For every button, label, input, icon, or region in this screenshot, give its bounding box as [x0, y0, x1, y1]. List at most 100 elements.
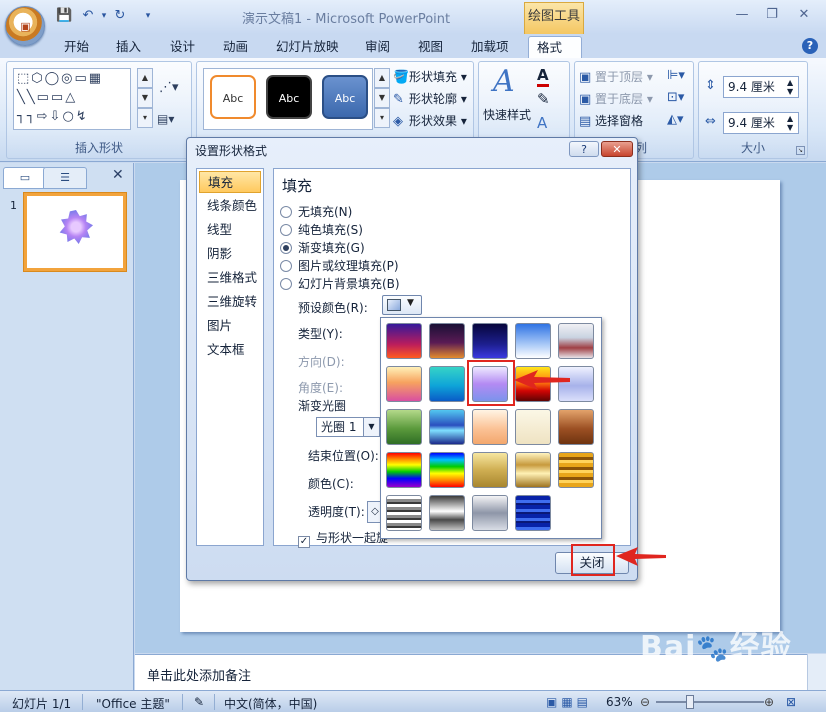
solid-fill-radio[interactable]: 纯色填充(S) — [280, 221, 363, 238]
gradient-stop-select[interactable]: 光圈 1 ▼ — [316, 417, 380, 437]
send-to-back-button[interactable]: ▣ 置于底层 ▾ — [579, 90, 653, 107]
shape-fill-button[interactable]: 🪣形状填充 ▾ — [393, 68, 467, 85]
redo-icon[interactable]: ↻ — [112, 8, 128, 24]
edit-shape-icon[interactable]: ⋰▾ — [159, 80, 179, 95]
category-line-style[interactable]: 线型 — [199, 219, 261, 241]
close-window-icon[interactable]: ✕ — [792, 6, 816, 24]
outline-tab-icon[interactable]: ☰ — [43, 167, 87, 189]
no-fill-radio[interactable]: 无填充(N) — [280, 203, 352, 220]
gallery-up-icon[interactable]: ▲ — [137, 68, 153, 88]
category-fill[interactable]: 填充 — [199, 171, 261, 193]
slide-bg-fill-radio[interactable]: 幻灯片背景填充(B) — [280, 275, 400, 292]
group-icon[interactable]: ⊡▾ — [667, 90, 684, 105]
style-sample-blue[interactable]: Abc — [322, 75, 368, 119]
dialog-close-x-icon[interactable]: ✕ — [601, 141, 633, 157]
align-icon[interactable]: ⊫▾ — [667, 68, 685, 83]
text-fill-icon[interactable]: A — [537, 66, 549, 87]
tab-review[interactable]: 审阅 — [357, 36, 398, 58]
undo-icon[interactable]: ↶ — [80, 8, 96, 24]
rotate-icon[interactable]: ◭▾ — [667, 112, 684, 127]
text-outline-icon[interactable]: ✎ — [537, 90, 550, 108]
preset-colors-dropdown[interactable]: ▼ — [382, 295, 422, 315]
view-buttons-icon[interactable]: ▣▦▤ — [546, 695, 592, 709]
fit-to-window-icon[interactable]: ⊠ — [786, 695, 796, 709]
text-effects-icon[interactable]: A — [537, 114, 547, 132]
gradient-silver[interactable] — [472, 495, 508, 531]
gradient-early-sunset[interactable] — [386, 323, 422, 359]
selection-pane-button[interactable]: ▤ 选择窗格 — [579, 112, 643, 129]
minimize-icon[interactable]: — — [730, 6, 754, 24]
undo-dropdown-icon[interactable]: ▾ — [96, 8, 112, 24]
dialog-help-button[interactable]: ? — [569, 141, 599, 157]
category-text-box[interactable]: 文本框 — [199, 339, 261, 361]
shape-effects-button[interactable]: ◈ 形状效果 ▾ — [393, 112, 467, 129]
picture-fill-radio[interactable]: 图片或纹理填充(P) — [280, 257, 399, 274]
gradient-gold-2[interactable] — [515, 452, 551, 488]
gradient-daybreak[interactable] — [515, 323, 551, 359]
height-spinner-icon[interactable]: ▲ ▼ — [787, 78, 793, 96]
gallery-more-icon[interactable]: ▾ — [137, 108, 153, 128]
gallery-down-icon[interactable]: ▼ — [137, 88, 153, 108]
bring-to-front-button[interactable]: ▣ 置于顶层 ▾ — [579, 68, 653, 85]
gradient-late-sunset[interactable] — [429, 323, 465, 359]
category-3d-rotation[interactable]: 三维旋转 — [199, 291, 261, 313]
style-sample-black[interactable]: Abc — [266, 75, 312, 119]
save-icon[interactable]: 💾 — [56, 8, 72, 24]
quick-styles-button[interactable]: 快速样式 — [483, 106, 531, 123]
tab-home[interactable]: 开始 — [56, 36, 97, 58]
category-picture[interactable]: 图片 — [199, 315, 261, 337]
tab-design[interactable]: 设计 — [162, 36, 203, 58]
gradient-ocean[interactable] — [429, 366, 465, 402]
gradient-fill-radio[interactable]: 渐变填充(G) — [280, 239, 365, 256]
shape-outline-button[interactable]: ✎ 形状轮廓 ▾ — [393, 90, 467, 107]
help-icon[interactable]: ? — [802, 38, 818, 54]
style-sample-orange-outline[interactable]: Abc — [210, 75, 256, 119]
gradient-peacock[interactable] — [429, 409, 465, 445]
zoom-out-icon[interactable]: ⊖ — [640, 695, 650, 709]
tab-slideshow[interactable]: 幻灯片放映 — [268, 36, 347, 58]
styles-down-icon[interactable]: ▼ — [374, 88, 390, 108]
gradient-gold[interactable] — [472, 452, 508, 488]
office-button[interactable]: ▣ — [5, 6, 45, 46]
wordart-a-icon[interactable]: A — [493, 64, 515, 99]
gradient-brass[interactable] — [558, 452, 594, 488]
tab-view[interactable]: 视图 — [410, 36, 451, 58]
category-line-color[interactable]: 线条颜色 — [199, 195, 261, 217]
text-box-icon[interactable]: ▤▾ — [157, 112, 174, 126]
restore-icon[interactable]: ❐ — [760, 6, 784, 24]
styles-more-icon[interactable]: ▾ — [374, 108, 390, 128]
gradient-moss[interactable] — [386, 409, 422, 445]
gradient-rainbow[interactable] — [386, 452, 422, 488]
size-dialog-launcher-icon[interactable]: ↘ — [796, 146, 805, 155]
shapes-gallery[interactable]: ⬚⬡◯◎▭▦ ╲╲▭▭△ ┐┐⇨⇩○↯ — [13, 68, 131, 130]
category-3d-format[interactable]: 三维格式 — [199, 267, 261, 289]
gradient-nightfall[interactable] — [472, 323, 508, 359]
width-spinner-icon[interactable]: ▲ ▼ — [787, 114, 793, 132]
gradient-wheat[interactable] — [472, 409, 508, 445]
zoom-slider-thumb[interactable] — [686, 695, 694, 709]
gradient-parchment[interactable] — [515, 409, 551, 445]
tab-format[interactable]: 格式 — [528, 36, 582, 58]
gradient-sapphire[interactable] — [515, 495, 551, 531]
slides-tab-icon[interactable]: ▭ — [3, 167, 47, 189]
gradient-mahogany[interactable] — [558, 409, 594, 445]
tab-insert[interactable]: 插入 — [108, 36, 149, 58]
notes-scrollbar[interactable] — [807, 654, 826, 690]
tab-addins[interactable]: 加载项 — [463, 36, 517, 58]
zoom-level[interactable]: 63% — [606, 695, 633, 709]
slide-thumbnail[interactable] — [24, 193, 126, 271]
gradient-rainbow-2[interactable] — [429, 452, 465, 488]
styles-up-icon[interactable]: ▲ — [374, 68, 390, 88]
gradient-chrome-2[interactable] — [429, 495, 465, 531]
rotate-with-shape-checkbox[interactable]: ✓ 与形状一起旋 — [298, 529, 388, 548]
gradient-desert[interactable] — [386, 366, 422, 402]
gradient-chrome[interactable] — [386, 495, 422, 531]
zoom-in-icon[interactable]: ⊕ — [764, 695, 774, 709]
gradient-horizon[interactable] — [558, 323, 594, 359]
spell-check-icon[interactable]: ✎ — [194, 695, 204, 709]
zoom-slider[interactable] — [656, 701, 764, 703]
customize-qat-icon[interactable]: ▾ — [140, 8, 156, 24]
close-pane-icon[interactable]: ✕ — [112, 167, 124, 183]
tab-animation[interactable]: 动画 — [215, 36, 256, 58]
category-shadow[interactable]: 阴影 — [199, 243, 261, 265]
